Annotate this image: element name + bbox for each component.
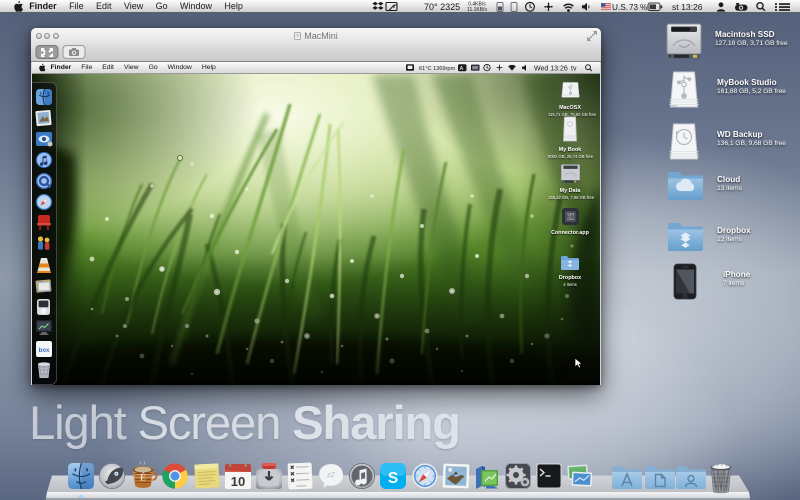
svg-text:EA: EA [567,215,574,221]
svg-text:A: A [460,66,464,72]
svg-text:73 %: 73 % [629,3,647,12]
svg-text:S: S [388,470,398,487]
svg-text:U.S.: U.S. [612,2,628,12]
svg-text:tv: tv [571,65,577,72]
svg-text:É: É [140,473,146,483]
svg-text:11.1KB/s: 11.1KB/s [467,7,487,13]
svg-text:Wed 13:26: Wed 13:26 [534,65,568,72]
svg-text:61°C 1369rpm: 61°C 1369rpm [419,66,455,72]
svg-text:zZ: zZ [326,472,336,479]
svg-text:70° 2325: 70° 2325 [424,2,460,12]
svg-text:10: 10 [231,474,245,489]
svg-text:box: box [39,348,50,354]
svg-text:st 13:26: st 13:26 [672,2,703,12]
